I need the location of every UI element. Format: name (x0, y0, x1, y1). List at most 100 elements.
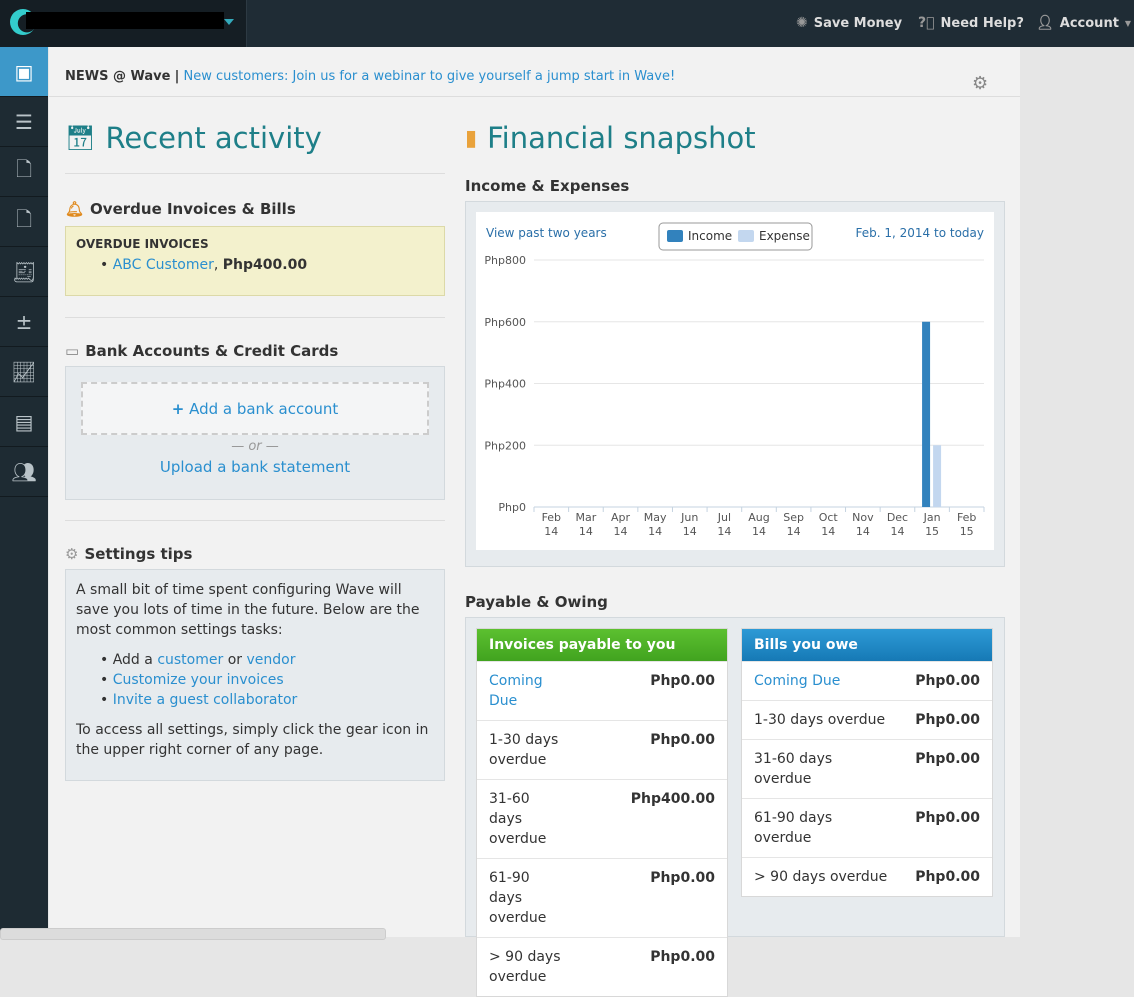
business-switcher[interactable] (0, 0, 247, 47)
sidebar-accounting[interactable]: ☰ (0, 97, 48, 147)
x-tick-label: Feb 14 (542, 511, 561, 538)
legend-income-swatch (667, 230, 683, 242)
tips-invite-link[interactable]: Invite a guest collaborator (113, 692, 298, 708)
financial-snapshot: ▮ Financial snapshot Income & Expenses Vi… (465, 121, 1005, 997)
legend-expense-swatch (738, 230, 754, 242)
main-content: NEWS @ Wave | New customers: Join us for… (49, 47, 1020, 997)
payable-row: 1-30 days overdue Php0.00 (742, 700, 992, 740)
payable-box: Invoices payable to you Coming Due Php0.0… (465, 617, 1005, 997)
tips-add-a: Add a (112, 652, 153, 668)
tips-outro: To access all settings, simply click the… (76, 722, 429, 758)
row-label[interactable]: Coming Due (754, 673, 840, 689)
tips-customer-link[interactable]: customer (157, 652, 223, 668)
row-amount: Php0.00 (577, 858, 727, 938)
x-tick-label: Mar 14 (576, 511, 597, 538)
legend-expense: Expense (759, 229, 810, 243)
x-tick-label: Dec 14 (887, 511, 908, 538)
coin-icon: ✺ (796, 15, 808, 31)
row-label: > 90 days overdue (489, 949, 561, 985)
sidebar-purchases[interactable]: 🗋 (0, 197, 48, 247)
sidebar-reports[interactable]: 📈︎ (0, 347, 48, 397)
row-label[interactable]: Coming Due (489, 673, 543, 709)
row-label: 1-30 days overdue (489, 732, 559, 768)
row-amount: Php0.00 (577, 720, 727, 780)
account-menu[interactable]: 👤︎ Account ▼ (1036, 15, 1131, 31)
payable-row: 31-60 days overdue Php400.00 (477, 779, 727, 859)
bar-income[interactable] (922, 321, 931, 507)
credit-card-icon: ▭ (65, 342, 80, 360)
date-range: Feb. 1, 2014 to today (856, 226, 984, 240)
x-tick-label: Oct 14 (819, 511, 839, 538)
row-amount: Php0.00 (903, 700, 992, 740)
payable-row: Coming Due Php0.00 (742, 661, 992, 701)
row-amount: Php400.00 (577, 779, 727, 859)
tips-customize-link[interactable]: Customize your invoices (113, 672, 284, 688)
or-divider: — or — (231, 439, 279, 454)
overdue-subtitle: OVERDUE INVOICES (76, 237, 209, 251)
upload-bank-statement-link[interactable]: Upload a bank statement (160, 458, 350, 476)
row-label: 1-30 days overdue (754, 712, 886, 728)
calendar-icon: 📅︎ (65, 124, 96, 152)
payable-row: Coming Due Php0.00 (477, 661, 727, 721)
recent-activity-title: Recent activity (105, 121, 322, 155)
row-amount: Php0.00 (903, 857, 992, 896)
tips-or: or (227, 652, 243, 668)
income-chart-box: View past two years Feb. 1, 2014 to toda… (465, 201, 1005, 567)
x-tick-label: Jan 15 (923, 511, 941, 538)
news-label: NEWS @ Wave (65, 69, 171, 84)
sidebar-dashboard[interactable]: ▣ (0, 47, 48, 97)
row-amount: Php0.00 (577, 937, 727, 996)
overdue-customer-link[interactable]: ABC Customer (113, 257, 214, 273)
sidebar-contacts[interactable]: ▤ (0, 397, 48, 447)
account-label: Account (1059, 15, 1119, 31)
legend-income: Income (688, 229, 732, 243)
income-expenses-title: Income & Expenses (465, 177, 630, 195)
add-bank-account-button[interactable]: + Add a bank account (81, 382, 429, 435)
caret-down-icon (224, 19, 234, 30)
bell-icon: 🔔︎ (65, 200, 85, 218)
y-tick-label: Php400 (484, 378, 526, 391)
y-tick-label: Php200 (484, 439, 526, 452)
row-label: 31-60 days overdue (489, 791, 547, 847)
y-tick-label: Php800 (484, 254, 526, 267)
overdue-title: Overdue Invoices & Bills (90, 200, 296, 218)
y-tick-label: Php0 (498, 501, 526, 514)
news-separator: | (174, 69, 180, 84)
overdue-invoices-box: OVERDUE INVOICES • ABC Customer, Php400.… (65, 226, 445, 296)
need-help-link[interactable]: ?⃝ Need Help? (918, 15, 1024, 31)
save-money-link[interactable]: ✺ Save Money (796, 15, 902, 31)
news-link[interactable]: New customers: Join us for a webinar to … (184, 69, 676, 84)
settings-gear-icon[interactable]: ⚙ (972, 73, 988, 94)
top-bar: ✺ Save Money ?⃝ Need Help? 👤︎ Account ▼ (0, 0, 1134, 47)
row-label: 31-60 days overdue (754, 751, 833, 787)
x-tick-label: Jun 14 (680, 511, 698, 538)
tips-intro: A small bit of time spent configuring Wa… (76, 582, 420, 638)
payable-row: 31-60 days overdue Php0.00 (742, 739, 992, 799)
sidebar-sales[interactable]: 🗋 (0, 147, 48, 197)
invoices-payable-header: Invoices payable to you (477, 629, 727, 661)
sidebar-users[interactable]: 👥︎ (0, 447, 48, 497)
bar-expense[interactable] (933, 445, 942, 507)
row-amount: Php0.00 (903, 739, 992, 799)
tips-vendor-link[interactable]: vendor (246, 652, 295, 668)
add-bank-account-label: Add a bank account (189, 400, 339, 418)
gear-icon: ⚙ (65, 545, 79, 563)
bills-owe-panel: Bills you owe Coming Due Php0.00 1-30 days… (741, 628, 993, 897)
browser-status-bar (0, 928, 386, 940)
chart-legend: Income Expense (658, 222, 813, 251)
x-tick-label: Aug 14 (748, 511, 769, 538)
save-money-label: Save Money (813, 15, 903, 31)
row-label: 61-90 days overdue (754, 810, 833, 846)
caret-down-icon: ▼ (1124, 18, 1132, 28)
bank-title: Bank Accounts & Credit Cards (85, 342, 339, 360)
sidebar-transactions[interactable]: ± (0, 297, 48, 347)
view-past-two-years-link[interactable]: View past two years (486, 226, 607, 240)
row-amount: Php0.00 (903, 661, 992, 701)
overdue-amount: Php400.00 (222, 257, 308, 273)
payable-row: 61-90 days overdue Php0.00 (742, 798, 992, 858)
row-amount: Php0.00 (903, 798, 992, 858)
user-icon: 👤︎ (1036, 15, 1054, 31)
x-tick-label: Jul 14 (717, 511, 732, 538)
sidebar-payroll[interactable]: 🧾︎ (0, 247, 48, 297)
recent-activity: 📅︎ Recent activity 🔔︎ Overdue Invoices & B… (65, 121, 445, 781)
